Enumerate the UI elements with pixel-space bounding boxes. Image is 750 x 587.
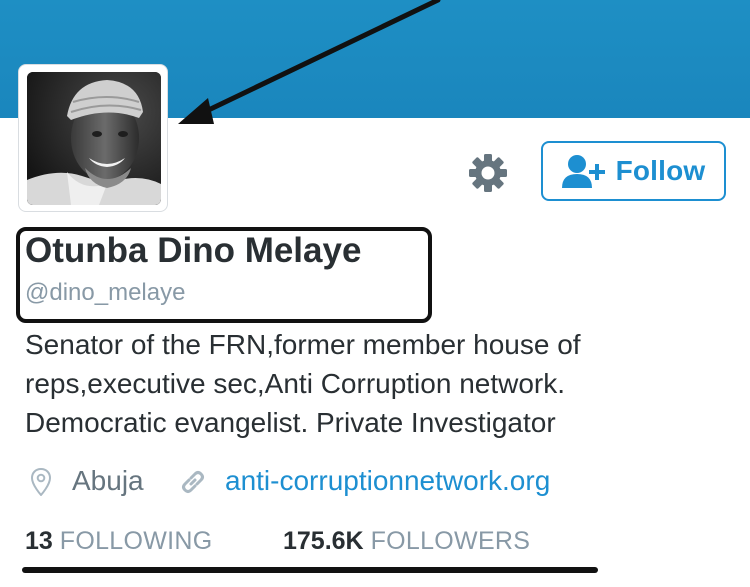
display-name: Otunba Dino Melaye — [25, 231, 362, 270]
bio-line: Senator of the FRN,former member house o… — [25, 329, 581, 360]
gear-icon[interactable] — [467, 152, 509, 194]
website-link[interactable]: anti-corruptionnetwork.org — [225, 465, 550, 497]
bio-line: reps,executive sec,Anti Corruption netwo… — [25, 368, 566, 399]
map-pin-icon — [31, 468, 51, 496]
add-user-icon — [561, 155, 605, 188]
link-icon — [182, 471, 204, 493]
bio: Senator of the FRN,former member house o… — [25, 325, 725, 442]
avatar-photo — [27, 72, 161, 205]
follow-label: Follow — [615, 155, 706, 186]
following-stat[interactable]: 13 FOLLOWING — [25, 527, 212, 556]
follow-button[interactable]: Follow — [541, 141, 726, 201]
avatar[interactable] — [27, 72, 161, 205]
location-text: Abuja — [72, 465, 144, 496]
following-label: FOLLOWING — [59, 527, 213, 555]
followers-count: 175.6K — [283, 527, 364, 555]
followers-stat[interactable]: 175.6K FOLLOWERS — [283, 527, 530, 556]
user-handle[interactable]: @dino_melaye — [25, 279, 185, 307]
bio-line: Democratic evangelist. Private Investiga… — [25, 407, 556, 438]
followers-label: FOLLOWERS — [370, 527, 531, 555]
following-count: 13 — [25, 527, 53, 555]
avatar-frame — [18, 64, 168, 212]
underline-annotation — [22, 567, 598, 573]
profile-page: Follow Otunba Dino Melaye @dino_melaye S… — [0, 0, 750, 587]
